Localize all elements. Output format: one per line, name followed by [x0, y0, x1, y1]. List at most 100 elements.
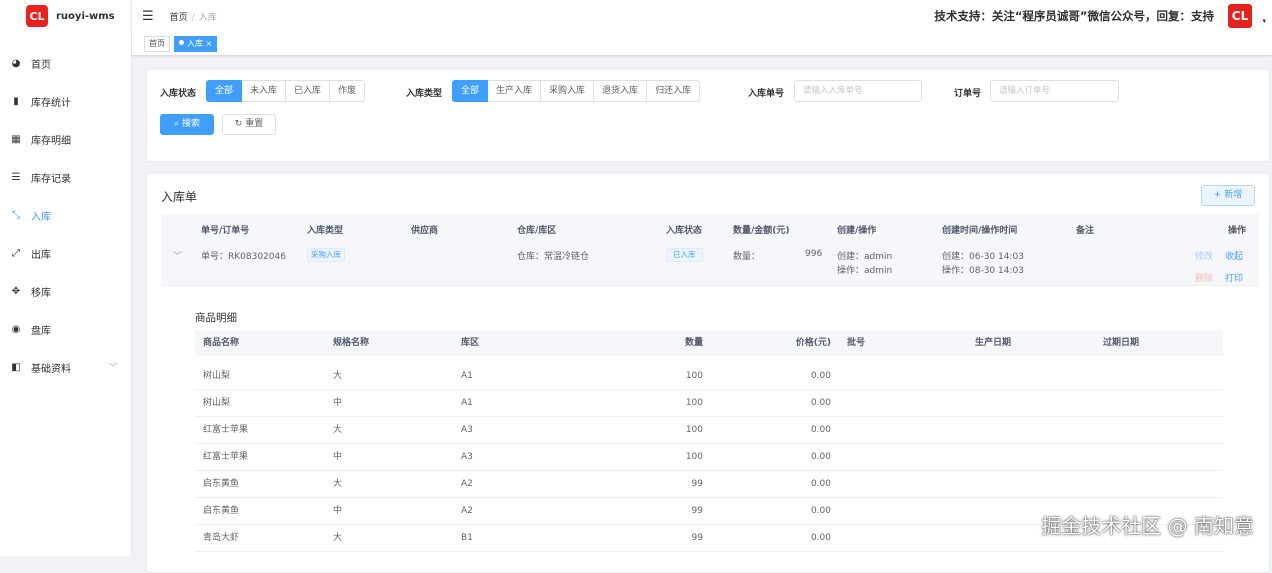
add-button[interactable]: + 新增 [1201, 185, 1255, 206]
table-row: 启东黄鱼 大 A2 99 0.00 [195, 471, 1223, 498]
type-label: 入库类型 [406, 89, 443, 99]
area: A3 [461, 452, 473, 462]
status-option-void[interactable]: 作废 [330, 80, 366, 102]
order-no-input[interactable]: 请输入订单号 [990, 80, 1119, 102]
breadcrumb-home[interactable]: 首页 [170, 13, 188, 23]
sidebar-item-inventory-records[interactable]: ☰ 库存记录 [0, 158, 131, 196]
sidebar-item-label: 入库 [31, 211, 51, 223]
search-form: 入库状态 全部 未入库 已入库 作废 入库类型 全部 生产入库 采购入库 退货入… [146, 69, 1270, 162]
product-name: 红富士苹果 [203, 452, 249, 462]
product-name: 青岛大虾 [203, 533, 240, 543]
logo-icon: CL [26, 5, 48, 27]
price: 0.00 [810, 371, 831, 381]
col-supplier: 供应商 [411, 226, 439, 236]
sidebar-item-stocktake[interactable]: ◉ 盘库 [0, 310, 131, 348]
sidebar-item-inventory-detail[interactable]: ▦ 库存明细 [0, 120, 131, 158]
sidebar-item-move[interactable]: ✥ 移库 [0, 272, 131, 310]
tags-view: 首页 入库 × [132, 32, 1272, 56]
reset-button[interactable]: ↻ 重置 [222, 114, 276, 135]
sidebar-item-label: 盘库 [31, 325, 51, 337]
col-quantity: 数量 [684, 338, 703, 348]
sidebar-item-label: 出库 [31, 249, 51, 261]
quantity: 100 [685, 371, 703, 381]
avatar[interactable]: CL [1228, 4, 1252, 28]
inbound-no-input[interactable]: 请输入入库单号 [794, 80, 922, 102]
check-icon: ◉ [11, 323, 21, 335]
area: A1 [461, 398, 473, 408]
sidebar-item-home[interactable]: ◕ 首页 [0, 44, 131, 82]
col-warehouse: 仓库/库区 [517, 226, 557, 236]
app-logo[interactable]: CL ruoyi-wms [0, 0, 131, 32]
status-option-all[interactable]: 全部 [206, 80, 243, 102]
price: 0.00 [810, 479, 831, 489]
created-by: 创建：admin [837, 252, 893, 262]
table-icon: ▦ [11, 133, 21, 145]
dashboard-icon: ◕ [11, 57, 21, 69]
inbound-icon: ⤡ [12, 209, 20, 221]
type-option-giveback[interactable]: 归还入库 [647, 80, 701, 102]
app-name: ruoyi-wms [56, 10, 115, 22]
sidebar-item-outbound[interactable]: ⤢ 出库 [0, 234, 131, 272]
table-row: 树山梨 中 A1 100 0.00 [195, 390, 1223, 417]
type-option-production[interactable]: 生产入库 [488, 80, 542, 102]
order-no-label: 订单号 [954, 89, 982, 99]
quantity: 99 [691, 533, 703, 543]
col-actions: 操作 [1228, 226, 1247, 236]
tag-label: 首页 [149, 39, 165, 48]
edit-link[interactable]: 修改 [1195, 249, 1213, 262]
breadcrumb: 首页 / 入库 [170, 10, 217, 23]
price: 0.00 [810, 452, 831, 462]
product-name: 树山梨 [203, 398, 231, 408]
status-radio-group: 全部 未入库 已入库 作废 [206, 80, 366, 102]
hamburger-icon[interactable]: ☰ [142, 9, 154, 24]
product-name: 启东黄鱼 [203, 479, 240, 489]
breadcrumb-separator: / [191, 12, 195, 23]
status-option-done[interactable]: 已入库 [286, 80, 331, 102]
reset-button-label: 重置 [245, 119, 264, 129]
tag-home[interactable]: 首页 [144, 36, 170, 52]
status-option-pending[interactable]: 未入库 [242, 80, 287, 102]
sidebar-item-inbound[interactable]: ⤡ 入库 [0, 196, 131, 234]
navbar: ☰ 首页 / 入库 技术支持：关注“程序员诚哥”微信公众号，回复：支持 CL ▾ [132, 0, 1272, 32]
outbound-icon: ⤢ [12, 247, 20, 259]
area: A3 [461, 425, 473, 435]
col-order-no: 单号/订单号 [201, 226, 250, 236]
refresh-icon: ↻ [234, 119, 243, 129]
caret-down-icon[interactable]: ▾ [1262, 17, 1266, 25]
breadcrumb-current: 入库 [198, 12, 217, 23]
quantity: 99 [691, 506, 703, 516]
plus-icon: + [1213, 190, 1222, 200]
col-creator: 创建/操作 [837, 226, 877, 236]
print-link[interactable]: 打印 [1225, 271, 1243, 284]
sidebar-item-label: 库存明细 [31, 135, 71, 147]
type-option-return[interactable]: 退货入库 [594, 80, 648, 102]
delete-link[interactable]: 删除 [1195, 271, 1213, 284]
col-price: 价格(元) [795, 338, 831, 348]
product-name: 启东黄鱼 [203, 506, 240, 516]
warehouse: 仓库：常温冷链仓 [517, 252, 590, 262]
sidebar-item-inventory-stats[interactable]: ▮ 库存统计 [0, 82, 131, 120]
area: B1 [461, 533, 473, 543]
type-option-purchase[interactable]: 采购入库 [541, 80, 595, 102]
spec-name: 大 [333, 425, 343, 435]
sidebar-item-label: 首页 [31, 59, 51, 71]
product-name: 树山梨 [203, 371, 231, 381]
quantity: 100 [685, 452, 703, 462]
price: 0.00 [810, 506, 831, 516]
created-at: 创建：06-30 14:03 [942, 252, 1024, 262]
collapse-link[interactable]: 收起 [1225, 249, 1243, 262]
search-button[interactable]: ⌕ 搜索 [160, 114, 214, 135]
close-icon[interactable]: × [206, 39, 213, 48]
sidebar-item-basic-data[interactable]: ◧ 基础资料 ﹀ [0, 348, 131, 386]
expand-icon[interactable]: ﹀ [173, 249, 182, 262]
bar-chart-icon: ▮ [13, 95, 19, 107]
price: 0.00 [810, 533, 831, 543]
tag-inbound[interactable]: 入库 × [174, 36, 218, 52]
support-text: 技术支持：关注“程序员诚哥”微信公众号，回复：支持 [934, 9, 1214, 23]
operated-at: 操作：08-30 14:03 [942, 266, 1024, 276]
quantity: 99 [691, 479, 703, 489]
col-batch: 批号 [847, 338, 866, 348]
sidebar-item-label: 库存统计 [31, 97, 71, 109]
watermark: 掘金技术社区 @ 南知意 [1041, 514, 1254, 538]
type-option-all[interactable]: 全部 [452, 80, 489, 102]
